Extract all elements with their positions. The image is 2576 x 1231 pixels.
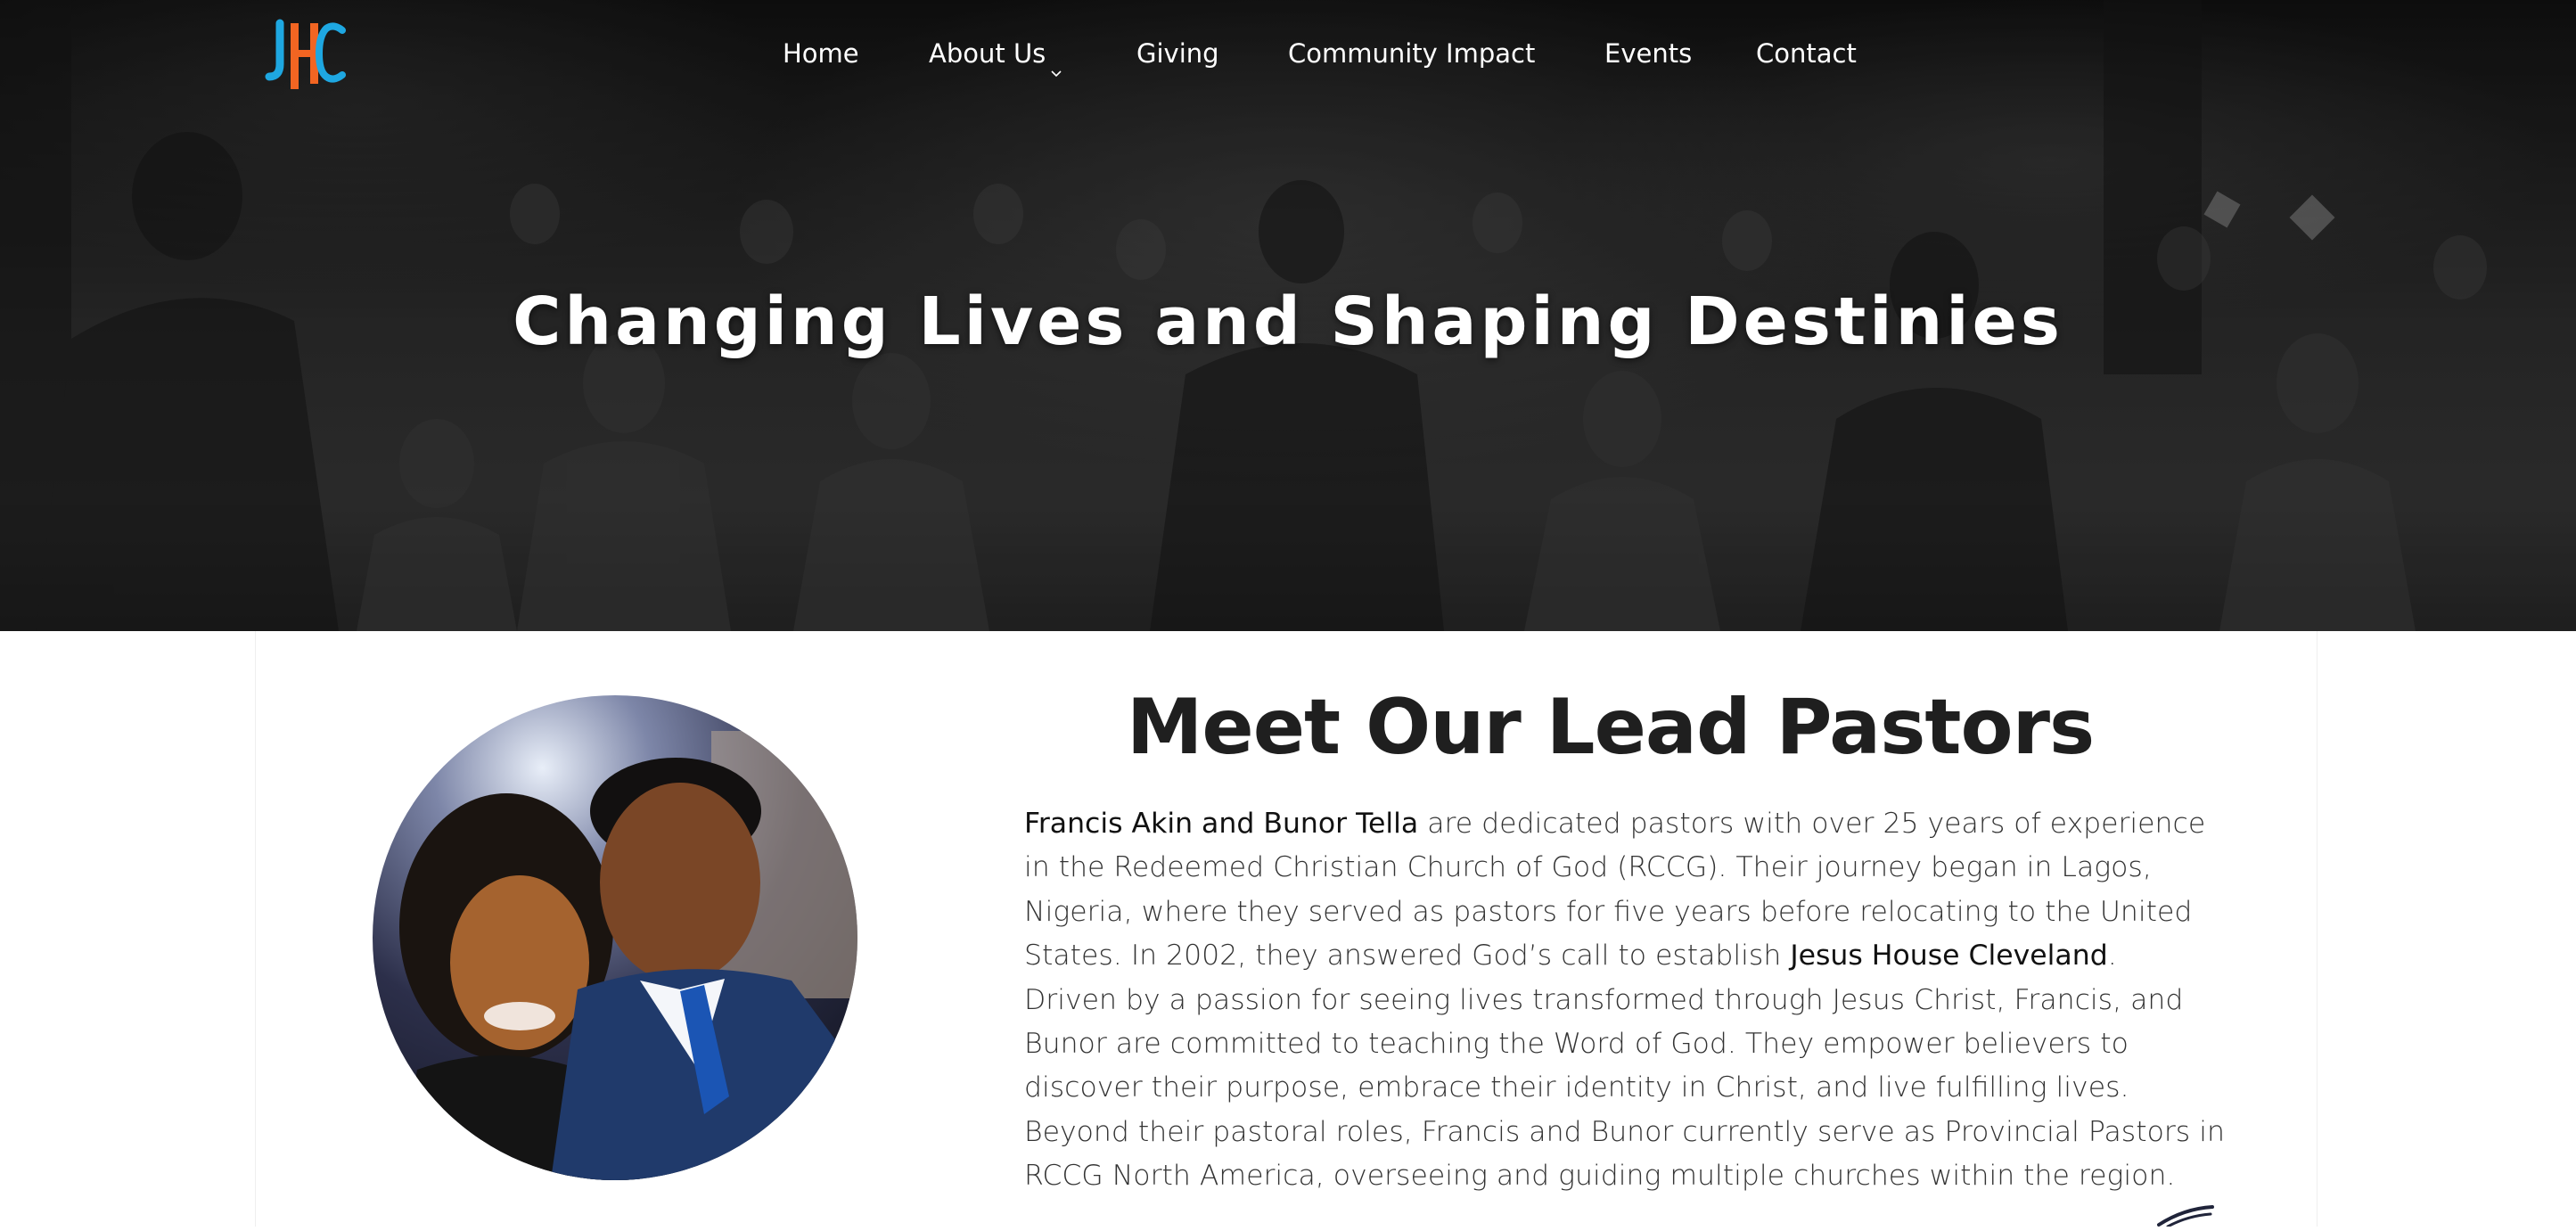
nav-home-label: Home xyxy=(783,38,859,69)
nav-community-impact-label: Community Impact xyxy=(1288,38,1536,69)
nav-home[interactable]: Home xyxy=(783,32,859,75)
bio-line: RCCG North America, overseeing and guidi… xyxy=(1024,1154,2196,1198)
nav-contact[interactable]: Contact xyxy=(1756,32,1857,75)
nav-events-label: Events xyxy=(1604,38,1693,69)
bio-line: discover their purpose, embrace their id… xyxy=(1024,1066,2196,1110)
nav-giving-label: Giving xyxy=(1136,38,1219,69)
bio-line: Nigeria, where they served as pastors fo… xyxy=(1024,890,2196,934)
decorative-stroke xyxy=(2157,1203,2219,1228)
bio-highlight: Francis Akin and Bunor Tella xyxy=(1024,808,1419,840)
bio-text: discover their purpose, embrace their id… xyxy=(1024,1071,2129,1104)
bio-text: in the Redeemed Christian Church of God … xyxy=(1024,851,2152,884)
nav-about-us[interactable]: About Us xyxy=(929,32,1062,78)
pastors-bio: Francis Akin and Bunor Tella are dedicat… xyxy=(1024,802,2225,1199)
bio-highlight: Jesus House Cleveland xyxy=(1790,940,2108,972)
lead-pastors-photo xyxy=(373,695,857,1180)
jhc-logo[interactable] xyxy=(264,18,346,89)
bio-text: Driven by a passion for seeing lives tra… xyxy=(1024,983,2184,1016)
bio-line: States. In 2002, they answered God’s cal… xyxy=(1024,934,2196,978)
bio-text: are dedicated pastors with over 25 years… xyxy=(1418,808,2206,840)
bio-line: Bunor are committed to teaching the Word… xyxy=(1024,1022,2196,1066)
nav-about-us-label: About Us xyxy=(929,38,1046,69)
hero-title: Changing Lives and Shaping Destinies xyxy=(513,283,2063,360)
nav-community-impact[interactable]: Community Impact xyxy=(1288,32,1535,75)
bio-text: . xyxy=(2107,940,2117,972)
bio-line: in the Redeemed Christian Church of God … xyxy=(1024,846,2196,890)
nav-events[interactable]: Events xyxy=(1604,32,1692,75)
chevron-down-icon xyxy=(1051,48,1062,78)
bio-text: Nigeria, where they served as pastors fo… xyxy=(1024,895,2193,928)
hero-banner: Home About Us Giving Community Impact Ev… xyxy=(0,0,2576,631)
bio-text: Bunor are committed to teaching the Word… xyxy=(1024,1028,2129,1061)
bio-text: RCCG North America, overseeing and guidi… xyxy=(1024,1160,2176,1193)
bio-line: Beyond their pastoral roles, Francis and… xyxy=(1024,1111,2225,1154)
bio-text: States. In 2002, they answered God’s cal… xyxy=(1024,940,1791,972)
bio-text: Beyond their pastoral roles, Francis and… xyxy=(1024,1115,2225,1148)
nav-giving[interactable]: Giving xyxy=(1136,32,1219,75)
bio-line: Francis Akin and Bunor Tella are dedicat… xyxy=(1024,802,2205,846)
nav-contact-label: Contact xyxy=(1756,38,1857,69)
section-title: Meet Our Lead Pastors xyxy=(1126,683,2095,772)
bio-line: Driven by a passion for seeing lives tra… xyxy=(1024,979,2196,1022)
